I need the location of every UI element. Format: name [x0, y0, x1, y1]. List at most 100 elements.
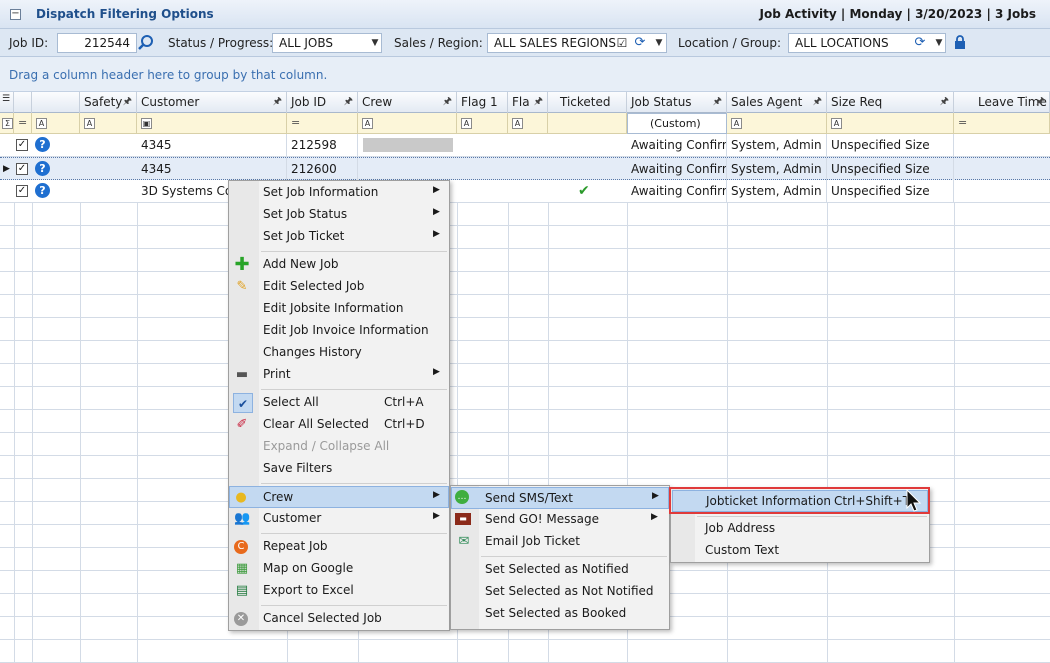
menu-edit-job-invoice-information[interactable]: Edit Job Invoice Information — [229, 320, 449, 342]
search-icon[interactable] — [138, 34, 154, 50]
menu-customer[interactable]: 👥 Customer ▶ — [229, 508, 449, 530]
column-sales-agent[interactable]: Sales Agent 🖈 — [727, 92, 827, 113]
chevron-down-icon[interactable]: ▼ — [368, 33, 382, 53]
status-select[interactable]: ALL JOBS — [272, 33, 382, 53]
filter-cell[interactable]: ▣ — [137, 113, 287, 134]
menu-export-to-excel[interactable]: ▤ Export to Excel — [229, 580, 449, 602]
pin-icon[interactable]: 🖈 — [534, 94, 543, 111]
menu-add-new-job[interactable]: ✚ Add New Job — [229, 254, 449, 276]
filter-cell[interactable]: A — [358, 113, 457, 134]
cell-size-req[interactable]: Unspecified Size — [827, 180, 954, 203]
row-checkbox[interactable]: ✓ — [16, 139, 28, 151]
menu-changes-history[interactable]: Changes History — [229, 342, 449, 364]
pin-icon[interactable]: 🖈 — [813, 94, 822, 111]
menu-label: Set Selected as Notified — [485, 562, 629, 576]
menu-cancel-selected-job[interactable]: ✕ Cancel Selected Job — [229, 608, 449, 630]
menu-repeat-job[interactable]: C Repeat Job — [229, 536, 449, 558]
cell-size-req[interactable]: Unspecified Size — [827, 134, 954, 157]
cell-job-status[interactable]: Awaiting Confirm — [627, 158, 727, 181]
column-leave-time[interactable]: Leave Time 🖈 — [954, 92, 1050, 113]
menu-clear-all-selected[interactable]: ✐ Clear All Selected Ctrl+D — [229, 414, 449, 436]
cell-sales-agent[interactable]: System, Admin — [727, 180, 827, 203]
job-id-input[interactable]: 212544 — [57, 33, 137, 53]
cell-size-req[interactable]: Unspecified Size — [827, 158, 954, 181]
cell-sales-agent[interactable]: System, Admin — [727, 158, 827, 181]
filter-cell[interactable]: A — [457, 113, 508, 134]
collapse-icon[interactable]: − — [10, 9, 21, 20]
column-ticketed[interactable]: Ticketed — [548, 92, 627, 113]
clear-filter-icon[interactable]: Σ — [0, 113, 14, 134]
grid-line — [80, 318, 81, 341]
pin-icon[interactable]: 🖈 — [713, 94, 722, 111]
menu-edit-selected-job[interactable]: ✎ Edit Selected Job — [229, 276, 449, 298]
lock-icon[interactable] — [952, 35, 968, 51]
pin-icon[interactable]: 🖈 — [443, 94, 452, 111]
filter-cell[interactable] — [548, 113, 627, 134]
column-job-status[interactable]: Job Status 🖈 — [627, 92, 727, 113]
chevron-down-icon[interactable]: ▼ — [932, 33, 946, 53]
cell-sales-agent[interactable]: System, Admin — [727, 134, 827, 157]
menu-map-on-google[interactable]: ▦ Map on Google — [229, 558, 449, 580]
menu-send-sms-text[interactable]: … Send SMS/Text ▶ — [451, 487, 669, 509]
menu-set-selected-booked[interactable]: Set Selected as Booked — [451, 603, 669, 625]
pin-icon[interactable]: 🖈 — [1036, 94, 1045, 111]
filter-cell[interactable]: A — [80, 113, 137, 134]
row-checkbox[interactable]: ✓ — [16, 163, 28, 175]
checkbox-icon[interactable]: ☑ — [614, 35, 630, 51]
filter-cell[interactable]: = — [954, 113, 1050, 134]
menu-crew[interactable]: ● Crew ▶ — [229, 486, 449, 508]
cell-job-status[interactable]: Awaiting Confirm — [627, 134, 727, 157]
column-customer[interactable]: Customer 🖈 — [137, 92, 287, 113]
menu-email-job-ticket[interactable]: ✉ Email Job Ticket — [451, 531, 669, 553]
filter-cell[interactable]: A — [827, 113, 954, 134]
job-status-filter[interactable]: (Custom) — [627, 113, 727, 134]
refresh-icon[interactable]: ⟳ — [632, 35, 648, 51]
menu-save-filters[interactable]: Save Filters — [229, 458, 449, 480]
menu-set-job-status[interactable]: Set Job Status ▶ — [229, 204, 449, 226]
menu-select-all[interactable]: ✔ Select All Ctrl+A — [229, 392, 449, 414]
column-crew[interactable]: Crew 🖈 — [358, 92, 457, 113]
filter-cell[interactable]: = — [287, 113, 358, 134]
pin-icon[interactable]: 🖈 — [123, 94, 132, 111]
filter-equals-cell[interactable]: = — [14, 113, 32, 134]
cell-job-id[interactable]: 212600 — [287, 158, 358, 181]
menu-print[interactable]: ▬ Print ▶ — [229, 364, 449, 386]
row-checkbox[interactable]: ✓ — [16, 185, 28, 197]
menu-set-job-ticket[interactable]: Set Job Ticket ▶ — [229, 226, 449, 248]
cell-customer[interactable]: 4345 — [137, 134, 287, 157]
filter-cell[interactable]: A — [32, 113, 80, 134]
column-size-req[interactable]: Size Req 🖈 — [827, 92, 954, 113]
header-icon-column[interactable] — [32, 92, 80, 113]
filter-cell[interactable]: A — [508, 113, 548, 134]
cell-job-id[interactable]: 212598 — [287, 134, 358, 157]
pin-icon[interactable]: 🖈 — [940, 94, 949, 111]
grid-line — [508, 433, 509, 456]
question-icon[interactable]: ? — [35, 183, 50, 198]
column-job-id[interactable]: Job ID 🖈 — [287, 92, 358, 113]
column-flag-1[interactable]: Flag 1 — [457, 92, 508, 113]
filter-cell[interactable]: A — [727, 113, 827, 134]
menu-set-selected-not-notified[interactable]: Set Selected as Not Notified — [451, 581, 669, 603]
column-flag-2[interactable]: Fla 🖈 — [508, 92, 548, 113]
cell-customer[interactable]: 4345 — [137, 158, 287, 181]
column-safety[interactable]: Safety 🖈 — [80, 92, 137, 113]
menu-set-job-information[interactable]: Set Job Information ▶ — [229, 182, 449, 204]
menu-edit-jobsite-information[interactable]: Edit Jobsite Information — [229, 298, 449, 320]
menu-job-address[interactable]: Job Address — [671, 518, 929, 540]
column-chooser-icon[interactable]: ☰ — [0, 92, 14, 113]
menu-custom-text[interactable]: Custom Text — [671, 540, 929, 562]
pin-icon[interactable]: 🖈 — [273, 94, 282, 111]
header-checkbox-column[interactable] — [14, 92, 32, 113]
refresh-icon[interactable]: ⟳ — [912, 35, 928, 51]
cell-job-status[interactable]: Awaiting Confirm — [627, 180, 727, 203]
menu-send-go-message[interactable]: ▬ Send GO! Message ▶ — [451, 509, 669, 531]
chevron-down-icon[interactable]: ▼ — [652, 33, 666, 53]
menu-set-selected-notified[interactable]: Set Selected as Notified — [451, 559, 669, 581]
table-row[interactable]: ✓ ? 3D Systems Corp ✔ Awaiting Confirm S… — [0, 180, 1050, 203]
question-icon[interactable]: ? — [35, 161, 50, 176]
question-icon[interactable]: ? — [35, 137, 50, 152]
pin-icon[interactable]: 🖈 — [344, 94, 353, 111]
table-row[interactable]: ✓ ? 4345 212598 Awaiting Confirm System,… — [0, 134, 1050, 157]
table-row[interactable]: ▶ ✓ ? 4345 212600 Awaiting Confirm Syste… — [0, 157, 1050, 181]
group-by-panel[interactable]: Drag a column header here to group by th… — [0, 57, 1050, 92]
